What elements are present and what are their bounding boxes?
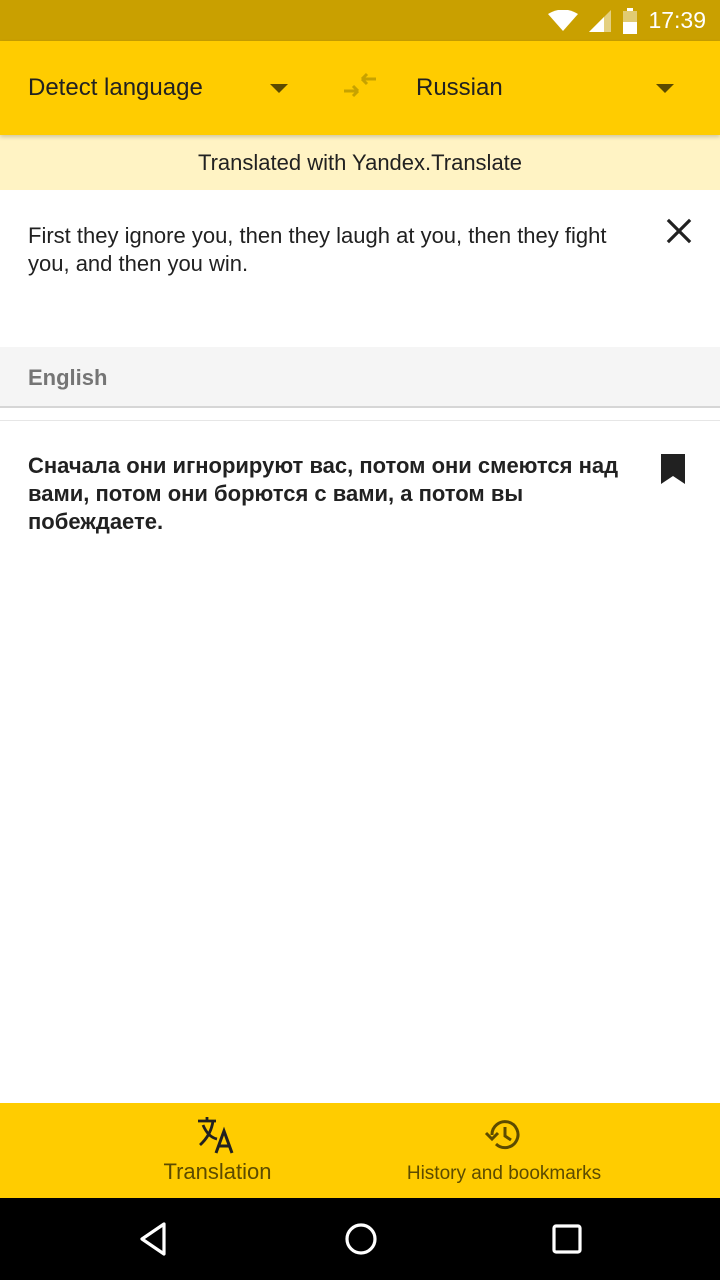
tab-history-and-bookmarks[interactable]: History and bookmarks xyxy=(380,1103,628,1198)
source-text[interactable]: First they ignore you, then they laugh a… xyxy=(28,222,628,278)
recents-icon[interactable] xyxy=(546,1218,588,1260)
home-icon[interactable] xyxy=(340,1218,382,1260)
divider xyxy=(0,420,720,421)
bottom-navigation: Translation History and bookmarks xyxy=(0,1103,720,1198)
back-icon[interactable] xyxy=(134,1218,176,1260)
translation-output: Сначала они игнорируют вас, потом они см… xyxy=(28,453,619,534)
dropdown-arrow-icon[interactable] xyxy=(270,84,288,93)
translate-screen: 17:39 Detect language Russian Translated… xyxy=(0,0,720,1280)
target-language-selector[interactable]: Russian xyxy=(416,41,686,135)
detected-language-strip: English xyxy=(0,347,720,408)
language-toolbar: Detect language Russian xyxy=(0,41,720,135)
translate-icon xyxy=(198,1117,234,1154)
cell-signal-icon xyxy=(589,9,612,32)
history-icon xyxy=(484,1120,520,1150)
close-icon[interactable] xyxy=(660,212,698,250)
target-language-label: Russian xyxy=(416,74,503,101)
battery-icon xyxy=(623,7,638,34)
status-bar: 17:39 xyxy=(0,0,720,41)
swap-languages-icon[interactable] xyxy=(336,71,384,107)
bookmark-icon[interactable] xyxy=(656,450,690,490)
source-language-selector[interactable]: Detect language xyxy=(28,41,298,135)
yandex-attribution-banner[interactable]: Translated with Yandex.Translate xyxy=(0,135,720,190)
status-icons: 17:39 xyxy=(548,0,706,41)
tab-translation-label: Translation xyxy=(163,1159,272,1184)
banner-text: Translated with Yandex.Translate xyxy=(197,149,523,175)
system-navigation-bar xyxy=(0,1198,720,1280)
source-text-area[interactable]: First they ignore you, then they laugh a… xyxy=(0,190,720,347)
wifi-icon xyxy=(548,9,579,31)
tab-history-label: History and bookmarks xyxy=(406,1163,602,1184)
dropdown-arrow-icon[interactable] xyxy=(656,84,674,93)
source-language-label: Detect language xyxy=(28,74,203,101)
tab-translation[interactable]: Translation xyxy=(120,1103,315,1198)
status-time: 17:39 xyxy=(648,7,706,33)
detected-language-label: English xyxy=(28,365,108,390)
